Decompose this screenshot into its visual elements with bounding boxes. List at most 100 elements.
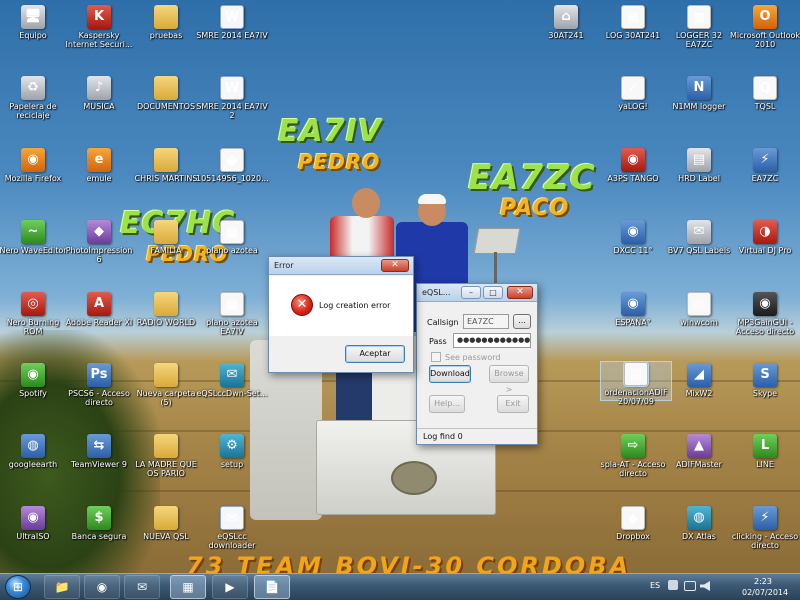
error-close-button[interactable]: ✕ — [381, 259, 409, 272]
network-tray-icon[interactable] — [684, 581, 696, 591]
desktop-icon-adobe-reader[interactable]: A Adobe Reader XI — [63, 292, 135, 327]
desktop-icon-adifmaster[interactable]: ▲ ADIFMaster — [663, 434, 735, 469]
taskbar-eqsl-button[interactable]: 📄 — [254, 575, 290, 599]
icon-label: Kaspersky Internet Securi... — [65, 31, 133, 49]
desktop-icon-radio-world[interactable]: RADIO WORLD — [130, 292, 202, 327]
help-button[interactable]: Help... — [429, 395, 465, 413]
desktop-icon-virtual-dj[interactable]: ◑ Virtual DJ Pro — [729, 220, 800, 255]
desktop-icon-skype[interactable]: S Skype — [729, 363, 800, 398]
desktop-icon-plano-azotea-ea7iv[interactable]: ▦ plano azotea EA7IV — [196, 292, 268, 336]
desktop-icon-spla-at[interactable]: ⇨ spla-AT - Acceso directo — [597, 434, 669, 478]
desktop-icon-la-madre[interactable]: LA MADRE QUE OS PARIO — [130, 434, 202, 478]
desktop-icon-pruebas[interactable]: pruebas — [130, 5, 202, 40]
desktop-icon-nueva-qsl[interactable]: NUEVA QSL — [130, 506, 202, 541]
icon-label: plano azotea — [206, 246, 258, 255]
desktop-icon-spotify[interactable]: ◉ Spotify — [0, 363, 69, 398]
photoshop-icon: Ps — [87, 363, 111, 387]
desktop-icon-nero-waveeditor[interactable]: ~ Nero WaveEditor — [0, 220, 69, 255]
language-indicator[interactable]: ES — [650, 581, 660, 590]
clock-date[interactable]: 02/07/2014 — [742, 588, 788, 597]
desktop-icon-eqslcc-downloader[interactable]: ✉ eQSLcc downloader — [196, 506, 268, 550]
desktop-icon-bv7-qsl-labels[interactable]: ✉ BV7 QSL Labels — [663, 220, 735, 255]
desktop-icon-line[interactable]: L LINE — [729, 434, 800, 469]
desktop-icon-yalog[interactable]: ✓ yaLOG! — [597, 76, 669, 111]
desktop-icon-tqsl[interactable]: Q TQSL — [729, 76, 800, 111]
desktop-icon-espana[interactable]: ◉ ESPAÑA° — [597, 292, 669, 327]
see-password-label: See password — [445, 353, 501, 362]
desktop-icon-winwcom[interactable]: ◎ winwcom — [663, 292, 735, 327]
desktop-icon-nero-burning-rom[interactable]: ◎ Nero Burning ROM — [0, 292, 69, 336]
desktop-icon-mp3gaingui[interactable]: ◉ MP3GainGUI - Acceso directo — [729, 292, 800, 336]
desktop-icon-chris-martins[interactable]: CHRIS MARTINS — [130, 148, 202, 183]
desktop-icon-setup[interactable]: ⚙ setup — [196, 434, 268, 469]
password-field[interactable]: ●●●●●●●●●●●●●● — [453, 333, 531, 348]
desktop-icon-clicking[interactable]: ⚡ clicking - Acceso directo — [729, 506, 800, 550]
desktop-icon-hrd-label[interactable]: ▤ HRD Label — [663, 148, 735, 183]
desktop-icon-banca-segura[interactable]: $ Banca segura — [63, 506, 135, 541]
desktop-icon-photoimpression[interactable]: ◆ PhotoImpression 6 — [63, 220, 135, 264]
desktop-icon-ea7zc[interactable]: ⚡ EA7ZC — [729, 148, 800, 183]
desktop-icon-equipo[interactable]: 🖥 Equipo — [0, 5, 69, 40]
desktop-icon-nueva-carpeta[interactable]: Nueva carpeta (5) — [130, 363, 202, 407]
start-button[interactable]: ⊞ — [5, 575, 31, 599]
overlay-name-pedro: PEDRO — [298, 150, 381, 174]
taskbar-firefox-button[interactable]: ◉ — [84, 575, 120, 599]
desktop-icon-teamviewer[interactable]: ⇆ TeamViewer 9 — [63, 434, 135, 469]
clock-time[interactable]: 2:23 — [754, 577, 772, 586]
see-password-checkbox[interactable] — [431, 352, 441, 362]
desktop-icon-familia[interactable]: FAMILIA — [130, 220, 202, 255]
desktop-icon-outlook[interactable]: O Microsoft Outlook 2010 — [729, 5, 800, 49]
desktop-icon-dropbox[interactable]: ◆ Dropbox — [597, 506, 669, 541]
desktop-icon-eqslccdwn-setup[interactable]: ✉ eQSLccDwn-Set... — [196, 363, 268, 398]
eqsl-minimize-button[interactable]: – — [461, 286, 481, 299]
desktop-icon-image-file[interactable]: ● 10514956_1020... — [196, 148, 269, 183]
browse-button[interactable]: Browse > — [489, 365, 529, 394]
taskbar-media-button[interactable]: ▶ — [212, 575, 248, 599]
desktop-icon-plano-azotea[interactable]: ▦ plano azotea — [196, 220, 268, 255]
tray-arrow-icon[interactable] — [668, 580, 678, 590]
taskbar-excel-button[interactable]: ✉ — [124, 575, 160, 599]
desktop-icon-n1mm[interactable]: N N1MM logger — [663, 76, 735, 111]
eqsl-maximize-button[interactable]: □ — [483, 286, 503, 299]
adif-file-icon: ▤ — [623, 361, 649, 387]
callsign-field[interactable]: EA7ZC — [463, 314, 509, 329]
desktop-icon-a3ps-tango[interactable]: ◉ A3PS TANGO — [597, 148, 669, 183]
computer-icon: 🖥 — [21, 5, 45, 29]
skype-icon: S — [753, 363, 777, 387]
exit-button[interactable]: Exit — [497, 395, 529, 413]
callsign-browse-button[interactable]: ... — [513, 314, 531, 329]
desktop-icon-ordenacion-adif[interactable]: ▤ ordenacionADIF 20/07/09 — [600, 361, 672, 406]
desktop-icon-smre-2014[interactable]: W SMRE 2014 EA7IV — [196, 5, 268, 40]
accept-button[interactable]: Aceptar — [345, 345, 405, 363]
download-button[interactable]: Download — [429, 365, 471, 383]
error-titlebar[interactable]: Error ✕ — [269, 257, 413, 275]
folder-icon — [154, 506, 178, 530]
desktop-icon-smre-2014-2[interactable]: W SMRE 2014 EA7IV 2 — [196, 76, 268, 120]
icon-label: HRD Label — [678, 174, 720, 183]
desktop-icon-musica[interactable]: ♪ MUSICA — [63, 76, 135, 111]
label-printer-icon: ▤ — [687, 148, 711, 172]
pass-label: Pass — [429, 337, 447, 346]
taskbar-explorer-button[interactable]: 📁 — [44, 575, 80, 599]
adifmaster-icon: ▲ — [687, 434, 711, 458]
desktop-icon-ultraiso[interactable]: ◉ UltraISO — [0, 506, 69, 541]
eqsl-close-button[interactable]: ✕ — [507, 286, 533, 299]
desktop-icon-googleearth[interactable]: ◍ googleearth — [0, 434, 69, 469]
desktop-icon-30at241[interactable]: ⌂ 30AT241 — [530, 5, 602, 40]
desktop-icon-mixw2[interactable]: ◢ MixW2 — [663, 363, 735, 398]
desktop-icon-documentos[interactable]: DOCUMENTOS — [130, 76, 202, 111]
taskbar-logger-button[interactable]: ▦ — [170, 575, 206, 599]
kaspersky-icon: K — [87, 5, 111, 29]
icon-label: MixW2 — [685, 389, 713, 398]
desktop-icon-log-30at241[interactable]: ▦ LOG 30AT241 — [597, 5, 669, 40]
desktop-icon-dxcc[interactable]: ◉ DXCC 11° — [597, 220, 669, 255]
desktop-icon-emule[interactable]: e emule — [63, 148, 135, 183]
desktop-icon-firefox[interactable]: ◉ Mozilla Firefox — [0, 148, 69, 183]
desktop-icon-pscs6[interactable]: Ps PSCS6 - Acceso directo — [63, 363, 135, 407]
volume-tray-icon[interactable] — [700, 581, 710, 591]
desktop-icon-logger32[interactable]: ▦ LOGGER 32 EA7ZC — [663, 5, 735, 49]
desktop-icon-papelera[interactable]: ♻ Papelera de reciclaje — [0, 76, 69, 120]
desktop-icon-kaspersky[interactable]: K Kaspersky Internet Securi... — [63, 5, 135, 49]
eqsl-titlebar[interactable]: eQSL... – □ ✕ — [417, 284, 537, 302]
desktop-icon-dx-atlas[interactable]: ◍ DX Atlas — [663, 506, 735, 541]
